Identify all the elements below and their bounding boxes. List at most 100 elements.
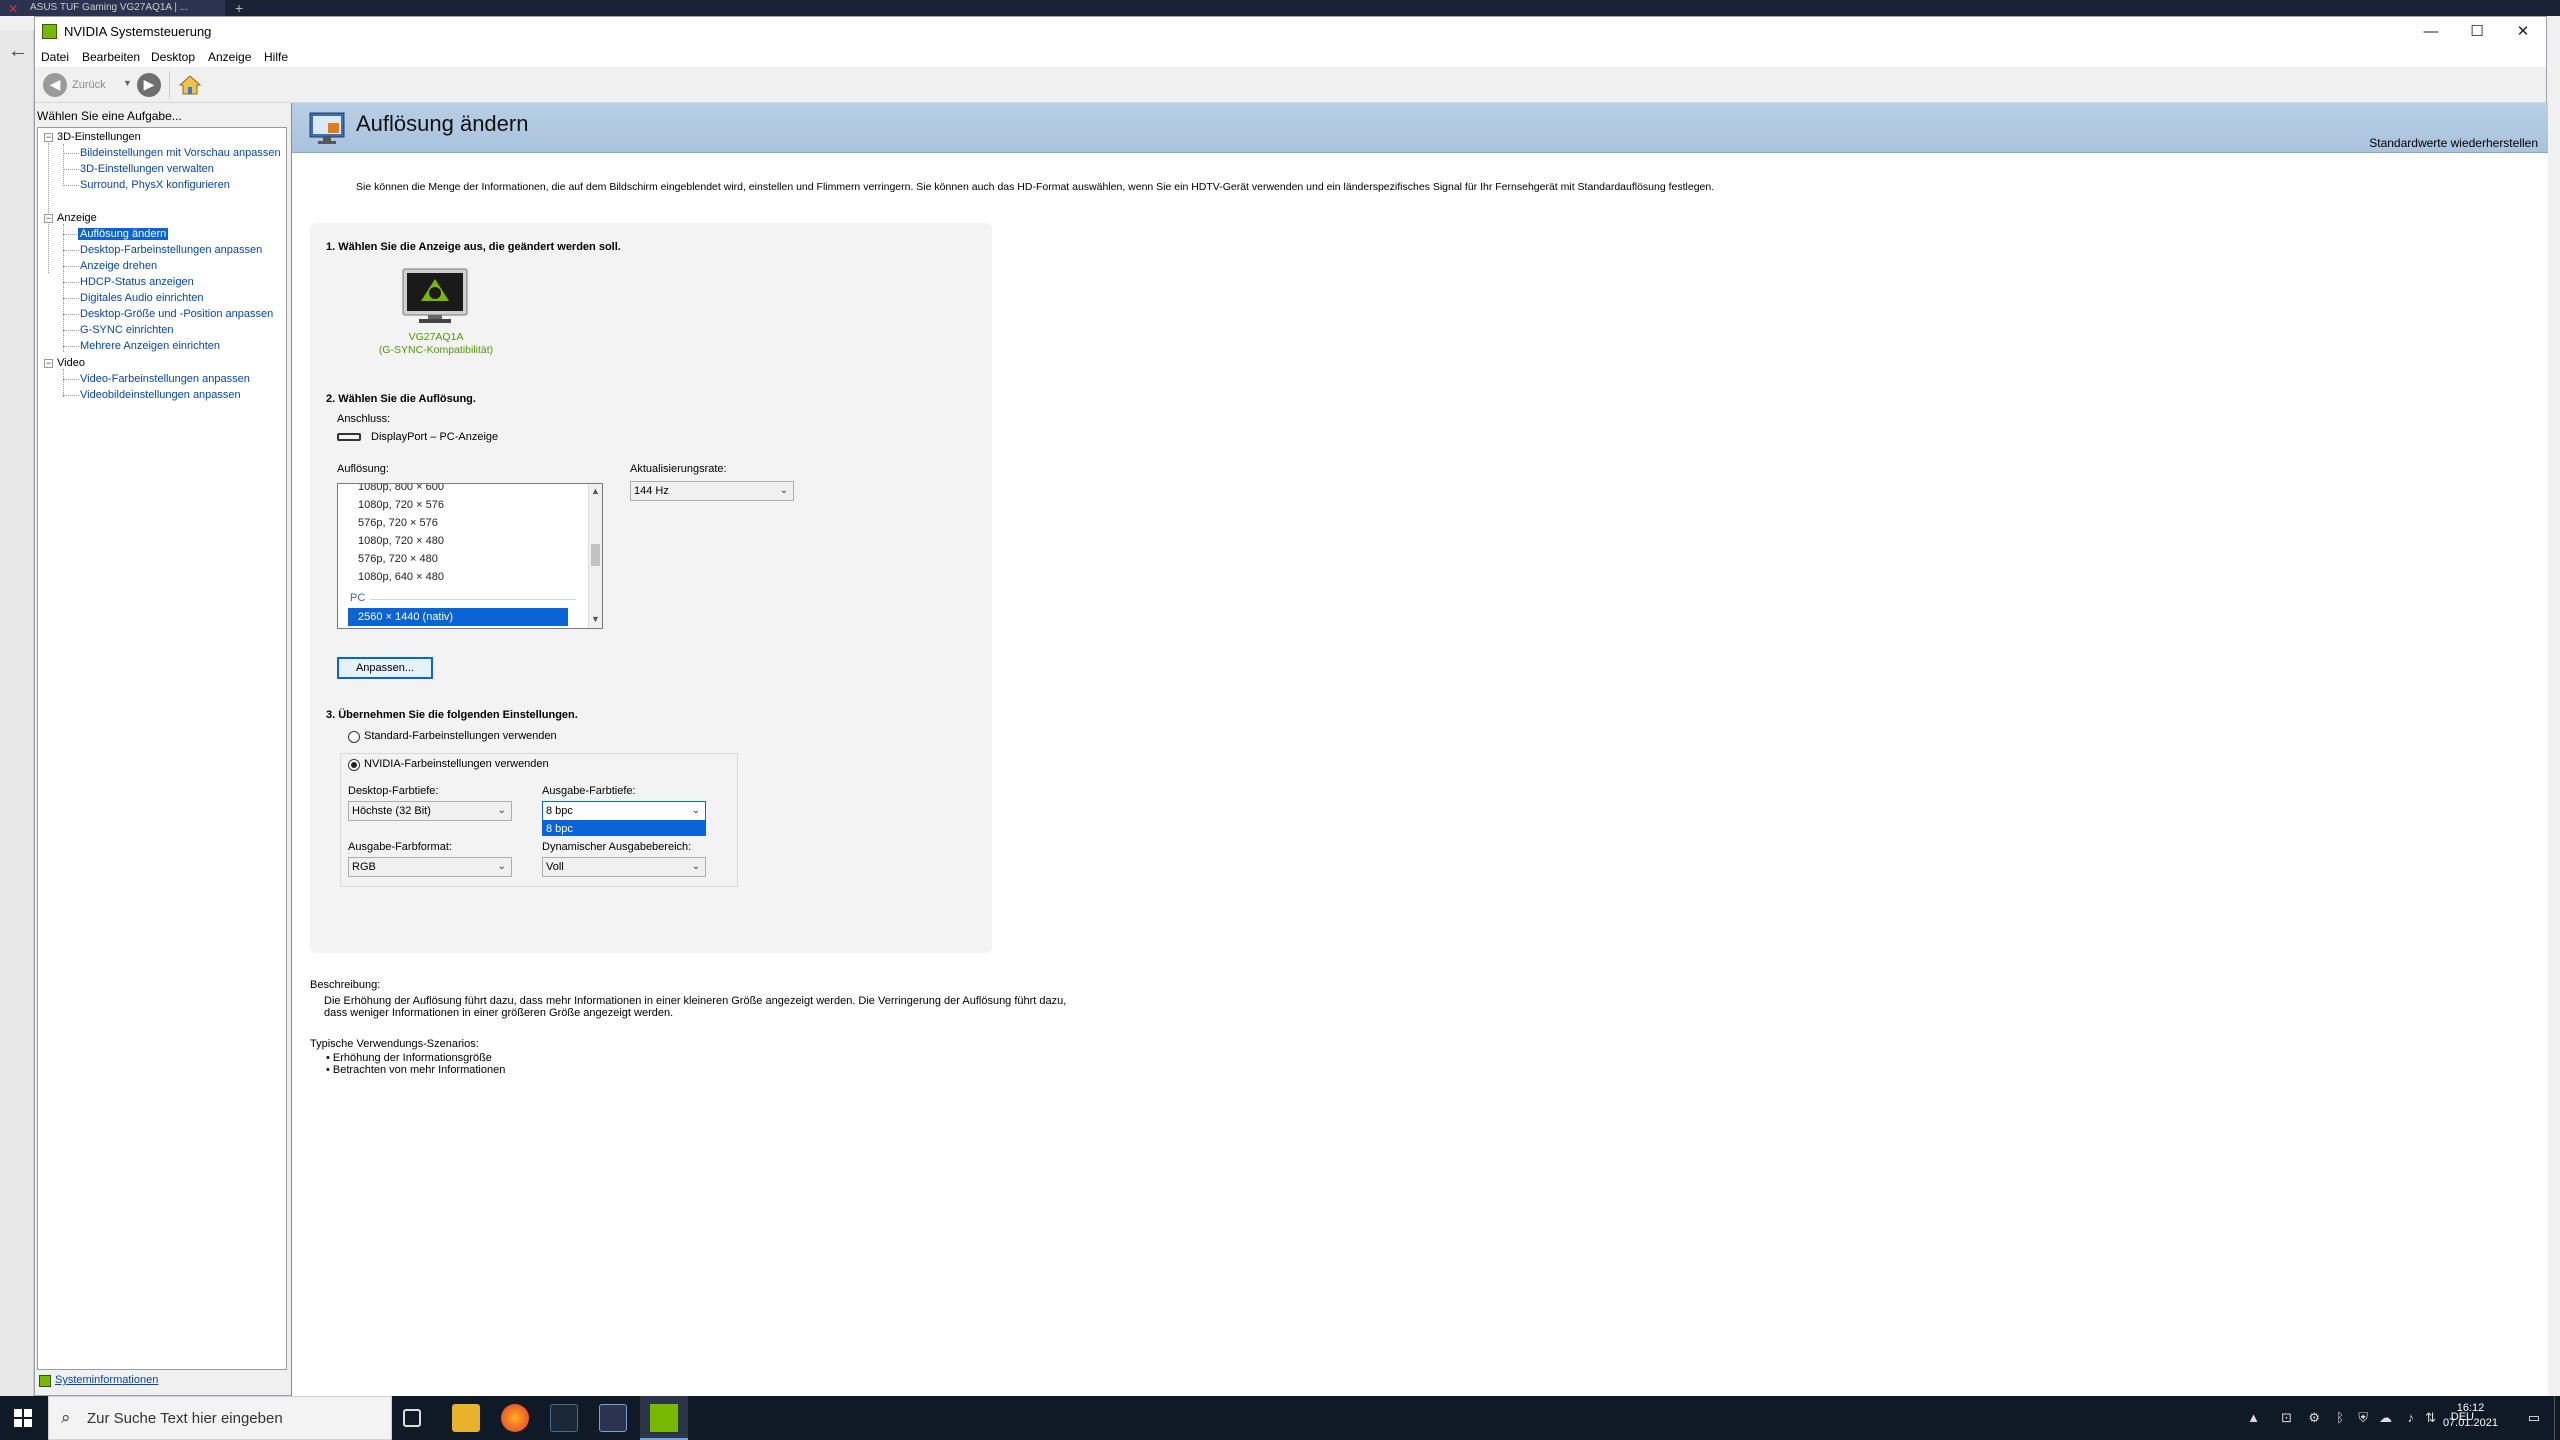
background-browser-tab[interactable]: ASUS TUF Gaming VG27AQ1A | ... <box>0 0 225 16</box>
tree-connector <box>48 143 49 273</box>
sidebar-header: Wählen Sie eine Aufgabe... <box>37 109 182 123</box>
tree-category-3d[interactable]: 3D-Einstellungen <box>57 131 141 143</box>
menu-hilfe[interactable]: Hilfe <box>264 50 288 64</box>
tree-collapse-video-icon[interactable]: − <box>44 359 53 368</box>
list-item[interactable]: 1080p, 720 × 480 <box>338 532 582 550</box>
system-info-link[interactable]: Systeminformationen <box>55 1374 158 1386</box>
output-color-format-dropdown[interactable]: RGB ⌄ <box>348 857 512 877</box>
dynamic-range-value: Voll <box>546 861 564 873</box>
close-button[interactable]: ✕ <box>2500 17 2546 47</box>
resolution-scrollbar[interactable]: ▲ ▼ <box>588 484 602 628</box>
nvidia-taskbar-button[interactable] <box>640 1396 688 1440</box>
scroll-down-icon[interactable]: ▼ <box>591 614 600 624</box>
menu-bearbeiten[interactable]: Bearbeiten <box>82 50 140 64</box>
sidebar-item-surround-physx[interactable]: Surround, PhysX konfigurieren <box>80 179 230 191</box>
back-label[interactable]: Zurück <box>72 79 106 91</box>
forward-arrow-icon[interactable]: ▶ <box>137 73 161 97</box>
file-explorer-icon[interactable] <box>452 1404 480 1432</box>
radio-default-colors[interactable] <box>348 731 360 743</box>
tree-collapse-anzeige-icon[interactable]: − <box>44 214 53 223</box>
list-item[interactable]: 576p, 720 × 576 <box>338 514 582 532</box>
scroll-thumb[interactable] <box>591 544 600 566</box>
taskbar-search[interactable]: ⌕ Zur Suche Text hier eingeben <box>48 1396 392 1440</box>
search-icon: ⌕ <box>61 1408 71 1427</box>
tree-connector <box>63 314 79 315</box>
sidebar-item-desktop-farbeinstellungen[interactable]: Desktop-Farbeinstellungen anpassen <box>80 244 262 256</box>
description-section: Beschreibung: Die Erhöhung der Auflösung… <box>310 979 1066 1076</box>
menu-datei[interactable]: Datei <box>41 50 69 64</box>
customize-button[interactable]: Anpassen... <box>337 657 433 679</box>
sidebar-item-desktop-groesse[interactable]: Desktop-Größe und -Position anpassen <box>80 308 273 320</box>
shield-tray-icon[interactable]: ⛨ <box>2358 1410 2368 1426</box>
menu-anzeige[interactable]: Anzeige <box>208 50 251 64</box>
sidebar-item-video-farbeinstellungen[interactable]: Video-Farbeinstellungen anpassen <box>80 373 250 385</box>
list-item[interactable]: 1080p, 720 × 576 <box>338 496 582 514</box>
asus-app-icon[interactable] <box>599 1404 627 1432</box>
maximize-button[interactable]: ☐ <box>2454 17 2500 47</box>
sidebar-item-hdcp-status[interactable]: HDCP-Status anzeigen <box>80 276 194 288</box>
background-back-arrow-icon[interactable]: ← <box>6 40 30 64</box>
output-color-depth-label: Ausgabe-Farbtiefe: <box>542 785 636 797</box>
tree-collapse-3d-icon[interactable]: − <box>44 133 53 142</box>
sidebar-item-g-sync[interactable]: G-SYNC einrichten <box>80 324 174 336</box>
volume-tray-icon[interactable]: ♪ <box>2408 1410 2415 1425</box>
new-tab-icon[interactable]: + <box>235 0 243 16</box>
show-desktop-button[interactable] <box>2554 1396 2560 1440</box>
notifications-icon[interactable]: ▭ <box>2528 1410 2540 1426</box>
output-color-depth-option[interactable]: 8 bpc <box>542 821 706 836</box>
list-item-selected[interactable]: 2560 × 1440 (nativ) <box>348 608 568 626</box>
sidebar-item-bildeinstellungen[interactable]: Bildeinstellungen mit Vorschau anpassen <box>80 147 281 159</box>
list-item[interactable]: 1080p, 800 × 600 <box>338 484 582 496</box>
task-view-icon[interactable] <box>403 1409 421 1427</box>
steam-tray-icon[interactable]: ⚙ <box>2308 1410 2320 1426</box>
list-item[interactable]: 576p, 720 × 480 <box>338 550 582 568</box>
resolution-label: Auflösung: <box>337 463 389 475</box>
menu-desktop[interactable]: Desktop <box>151 50 195 64</box>
monitor-icon[interactable] <box>401 267 469 325</box>
output-color-format-value: RGB <box>352 861 376 873</box>
dynamic-range-dropdown[interactable]: Voll ⌄ <box>542 857 706 877</box>
bluetooth-tray-icon[interactable]: ᛒ <box>2336 1410 2344 1425</box>
desktop-color-depth-value: Höchste (32 Bit) <box>352 805 431 817</box>
scroll-up-icon[interactable]: ▲ <box>591 486 600 496</box>
tree-category-anzeige[interactable]: Anzeige <box>57 212 97 224</box>
sidebar-item-3d-einstellungen[interactable]: 3D-Einstellungen verwalten <box>80 163 214 175</box>
sidebar-item-anzeige-drehen[interactable]: Anzeige drehen <box>80 260 157 272</box>
refresh-rate-dropdown[interactable]: 144 Hz ⌄ <box>630 481 794 501</box>
pc-group: PC <box>338 586 582 608</box>
sidebar-item-digitales-audio[interactable]: Digitales Audio einrichten <box>80 292 204 304</box>
monitor-name[interactable]: VG27AQ1A <box>386 331 486 343</box>
back-history-dropdown-icon[interactable]: ▼ <box>123 78 132 88</box>
desktop-color-depth-dropdown[interactable]: Höchste (32 Bit) ⌄ <box>348 801 512 821</box>
refresh-rate-value: 144 Hz <box>634 485 669 497</box>
wifi-tray-icon[interactable]: ☁ <box>2379 1410 2392 1426</box>
sidebar-item-videobildeinstellungen[interactable]: Videobildeinstellungen anpassen <box>80 389 241 401</box>
tree-connector <box>63 379 79 380</box>
minimize-button[interactable]: — <box>2408 17 2454 47</box>
sidebar-item-mehrere-anzeigen[interactable]: Mehrere Anzeigen einrichten <box>80 340 220 352</box>
windows-start-icon[interactable] <box>14 1409 32 1427</box>
background-tab-label: ASUS TUF Gaming VG27AQ1A | ... <box>30 2 189 13</box>
network-tray-icon[interactable]: ⊡ <box>2281 1410 2292 1426</box>
tree-category-video[interactable]: Video <box>57 357 85 369</box>
usage-item: • Betrachten von mehr Informationen <box>326 1064 506 1076</box>
back-arrow-icon[interactable]: ◀ <box>43 73 67 97</box>
radio-nvidia-colors-label[interactable]: NVIDIA-Farbeinstellungen verwenden <box>364 758 549 770</box>
restore-defaults-link[interactable]: Standardwerte wiederherstellen <box>2369 136 2538 150</box>
ethernet-tray-icon[interactable]: ⇅ <box>2425 1410 2436 1426</box>
nvidia-control-panel-window: NVIDIA Systemsteuerung — ☐ ✕ Datei Bearb… <box>34 16 2548 1397</box>
resolution-list[interactable]: 1080p, 800 × 600 1080p, 720 × 576 576p, … <box>337 483 603 629</box>
clock[interactable]: 16:12 07.01.2021 <box>2443 1402 2498 1429</box>
sidebar-item-aufloesung-aendern[interactable]: Auflösung ändern <box>78 228 169 240</box>
output-color-depth-dropdown[interactable]: 8 bpc ⌄ <box>542 801 706 821</box>
radio-default-colors-label[interactable]: Standard-Farbeinstellungen verwenden <box>364 730 557 742</box>
radio-nvidia-colors[interactable] <box>348 759 360 771</box>
nvidia-app-icon <box>42 24 57 39</box>
nvidia-tray-icon[interactable]: ▲ <box>2247 1410 2260 1425</box>
refresh-rate-label: Aktualisierungsrate: <box>630 463 727 475</box>
firefox-icon[interactable] <box>501 1404 529 1432</box>
home-icon[interactable] <box>178 73 202 97</box>
list-item[interactable]: 1080p, 640 × 480 <box>338 568 582 586</box>
steam-icon[interactable] <box>550 1404 578 1432</box>
tree-connector <box>63 169 79 170</box>
